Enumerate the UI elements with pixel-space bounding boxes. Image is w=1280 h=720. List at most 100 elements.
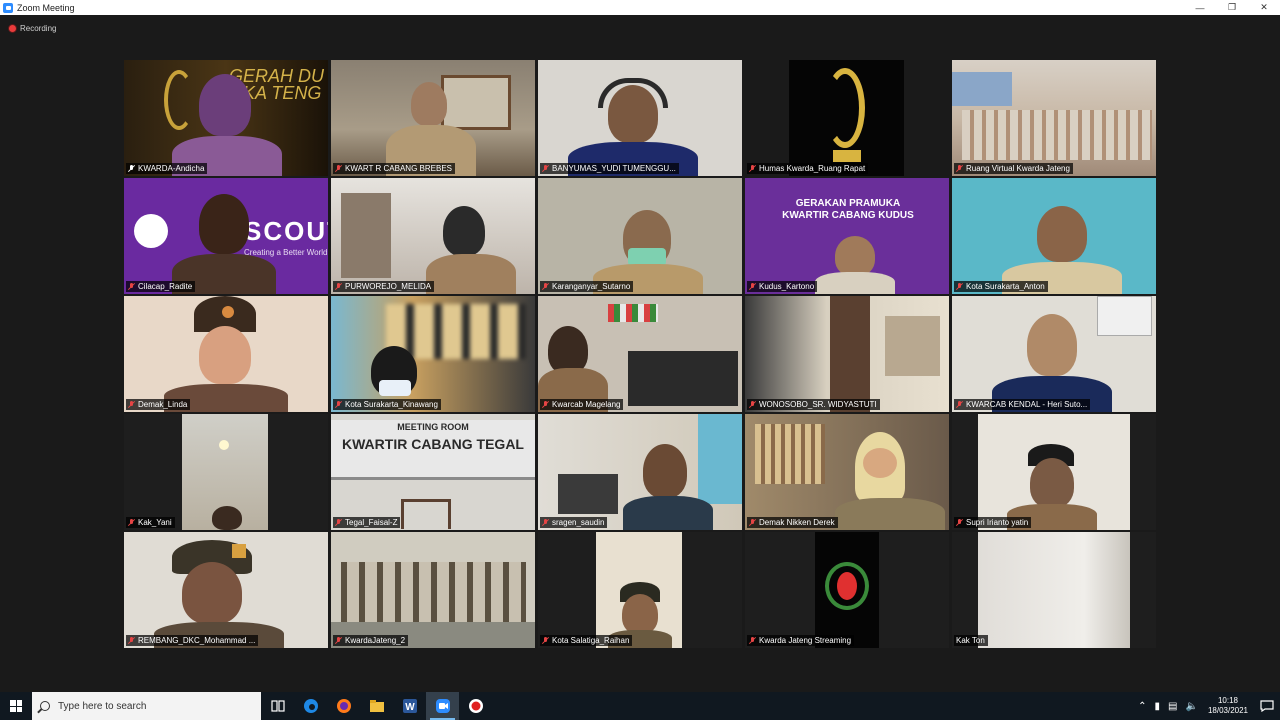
firefox-icon <box>336 699 351 713</box>
participant-name: Tegal_Faisal-Z <box>333 517 401 528</box>
edge-button[interactable] <box>294 692 327 720</box>
mic-muted-icon <box>542 164 549 173</box>
network-icon[interactable]: ▤ <box>1168 701 1177 712</box>
participant-name: REMBANG_DKC_Mohammad ... <box>126 635 259 646</box>
participant-tile[interactable]: Ruang Virtual Kwarda Jateng <box>952 60 1156 176</box>
recording-label: Recording <box>20 24 57 33</box>
participant-tile[interactable]: MEETING ROOM KWARTIR CABANG TEGAL Tegal_… <box>331 414 535 530</box>
kudus-banner-line2: KWARTIR CABANG KUDUS <box>782 210 914 221</box>
mic-muted-icon <box>749 636 756 645</box>
participant-name: Kota Surakarta_Kinawang <box>333 399 441 410</box>
mic-muted-icon <box>128 518 135 527</box>
participant-name: sragen_saudin <box>540 517 608 528</box>
participant-tile[interactable]: Demak Nikken Derek <box>745 414 949 530</box>
participant-tile[interactable]: KWART R CABANG BREBES <box>331 60 535 176</box>
participant-name: Kota Salatiga_Raihan <box>540 635 633 646</box>
participant-name: Kudus_Kartono <box>747 281 818 292</box>
title-bar: Zoom Meeting — ❐ ✕ <box>0 0 1280 15</box>
recording-indicator[interactable]: Recording <box>9 24 56 33</box>
participant-name: WONOSOBO_SR. WIDYASTUTI <box>747 399 880 410</box>
file-explorer-button[interactable] <box>360 692 393 720</box>
participant-tile[interactable]: REMBANG_DKC_Mohammad ... <box>124 532 328 648</box>
participant-name: Kak_Yani <box>126 517 175 528</box>
participant-tile[interactable]: Kota Salatiga_Raihan <box>538 532 742 648</box>
record-dot-icon <box>9 25 16 32</box>
meeting-area: Recording GERAH DU OKA TENG KWARDA-Andic… <box>0 15 1280 692</box>
participant-tile[interactable]: GERAKAN PRAMUKA KWARTIR CABANG KUDUS Kud… <box>745 178 949 294</box>
task-view-icon <box>270 700 285 712</box>
start-button[interactable] <box>0 692 32 720</box>
word-icon: W <box>402 699 417 713</box>
mic-muted-icon <box>749 282 756 291</box>
clock[interactable]: 10:18 18/03/2021 <box>1208 696 1248 716</box>
mic-muted-icon <box>335 636 342 645</box>
participant-tile[interactable]: WONOSOBO_SR. WIDYASTUTI <box>745 296 949 412</box>
participant-tile[interactable]: Supri Irianto yatin <box>952 414 1156 530</box>
mic-muted-icon <box>542 282 549 291</box>
record-icon <box>468 699 483 713</box>
recorder-button[interactable] <box>459 692 492 720</box>
participant-name: KWARCAB KENDAL - Heri Suto... <box>954 399 1091 410</box>
participant-tile[interactable]: sragen_saudin <box>538 414 742 530</box>
kudus-banner-line1: GERAKAN PRAMUKA <box>795 198 901 209</box>
maximize-button[interactable]: ❐ <box>1216 0 1248 15</box>
participant-name: Cilacap_Radite <box>126 281 196 292</box>
participant-tile[interactable]: Kwarcab Magelang <box>538 296 742 412</box>
notifications-button[interactable] <box>1254 692 1280 720</box>
participant-tile[interactable]: GERAH DU OKA TENG KWARDA-Andicha <box>124 60 328 176</box>
tegal-sign-line1: MEETING ROOM <box>397 422 469 432</box>
participant-tile[interactable]: Kota Surakarta_Anton <box>952 178 1156 294</box>
mic-muted-icon <box>542 636 549 645</box>
minimize-button[interactable]: — <box>1184 0 1216 15</box>
search-icon <box>40 701 50 711</box>
scouts-logo-text: SCOUTS <box>244 216 328 246</box>
participant-name: KwardaJateng_2 <box>333 635 409 646</box>
mic-muted-icon <box>335 282 342 291</box>
participant-name: Kwarda Jateng Streaming <box>747 635 855 646</box>
participant-name: PURWOREJO_MELIDA <box>333 281 435 292</box>
clock-time: 10:18 <box>1217 696 1238 705</box>
mic-muted-icon <box>128 282 135 291</box>
mic-muted-icon <box>749 164 756 173</box>
participant-tile[interactable]: Kak_Yani <box>124 414 328 530</box>
participant-tile[interactable]: PURWOREJO_MELIDA <box>331 178 535 294</box>
volume-icon[interactable]: 🔈 <box>1186 701 1198 712</box>
participant-tile[interactable]: Kak Ton <box>952 532 1156 648</box>
word-button[interactable]: W <box>393 692 426 720</box>
participant-name: Demak Nikken Derek <box>747 517 838 528</box>
firefox-button[interactable] <box>327 692 360 720</box>
svg-text:W: W <box>405 702 415 713</box>
chevron-up-icon[interactable]: ⌃ <box>1138 701 1146 712</box>
participant-tile[interactable]: SCOUTS Creating a Better World Cilacap_R… <box>124 178 328 294</box>
participant-tile[interactable]: KwardaJateng_2 <box>331 532 535 648</box>
scouts-tagline: Creating a Better World <box>244 248 328 257</box>
taskbar: W ⌃ ▮ ▤ 🔈 10:18 18/03/2021 <box>0 692 1280 720</box>
mic-muted-icon <box>335 164 342 173</box>
zoom-taskbar-button[interactable] <box>426 692 459 720</box>
participant-name: Kota Surakarta_Anton <box>954 281 1048 292</box>
participant-tile[interactable]: Kwarda Jateng Streaming <box>745 532 949 648</box>
mic-muted-icon <box>956 282 963 291</box>
window-title: Zoom Meeting <box>17 2 75 13</box>
mic-muted-icon <box>542 400 549 409</box>
participant-tile[interactable]: Humas Kwarda_Ruang Rapat <box>745 60 949 176</box>
search-input[interactable] <box>58 700 248 712</box>
clock-date: 18/03/2021 <box>1207 706 1248 715</box>
battery-icon[interactable]: ▮ <box>1155 701 1161 712</box>
participant-tile[interactable]: Kota Surakarta_Kinawang <box>331 296 535 412</box>
participant-tile[interactable]: KWARCAB KENDAL - Heri Suto... <box>952 296 1156 412</box>
taskbar-search[interactable] <box>32 692 261 720</box>
windows-icon <box>10 700 22 712</box>
participant-tile[interactable]: Karanganyar_Sutarno <box>538 178 742 294</box>
mic-muted-icon <box>749 400 756 409</box>
participant-name: Ruang Virtual Kwarda Jateng <box>954 163 1073 174</box>
system-tray: ⌃ ▮ ▤ 🔈 10:18 18/03/2021 <box>1134 692 1280 720</box>
mic-muted-icon <box>335 400 342 409</box>
participant-tile[interactable]: BANYUMAS_YUDI TUMENGGU... <box>538 60 742 176</box>
mic-muted-icon <box>749 518 756 527</box>
zoom-icon <box>435 699 450 713</box>
task-view-button[interactable] <box>261 692 294 720</box>
participant-tile[interactable]: Demak_Linda <box>124 296 328 412</box>
participant-name: Karanganyar_Sutarno <box>540 281 634 292</box>
close-button[interactable]: ✕ <box>1248 0 1280 15</box>
